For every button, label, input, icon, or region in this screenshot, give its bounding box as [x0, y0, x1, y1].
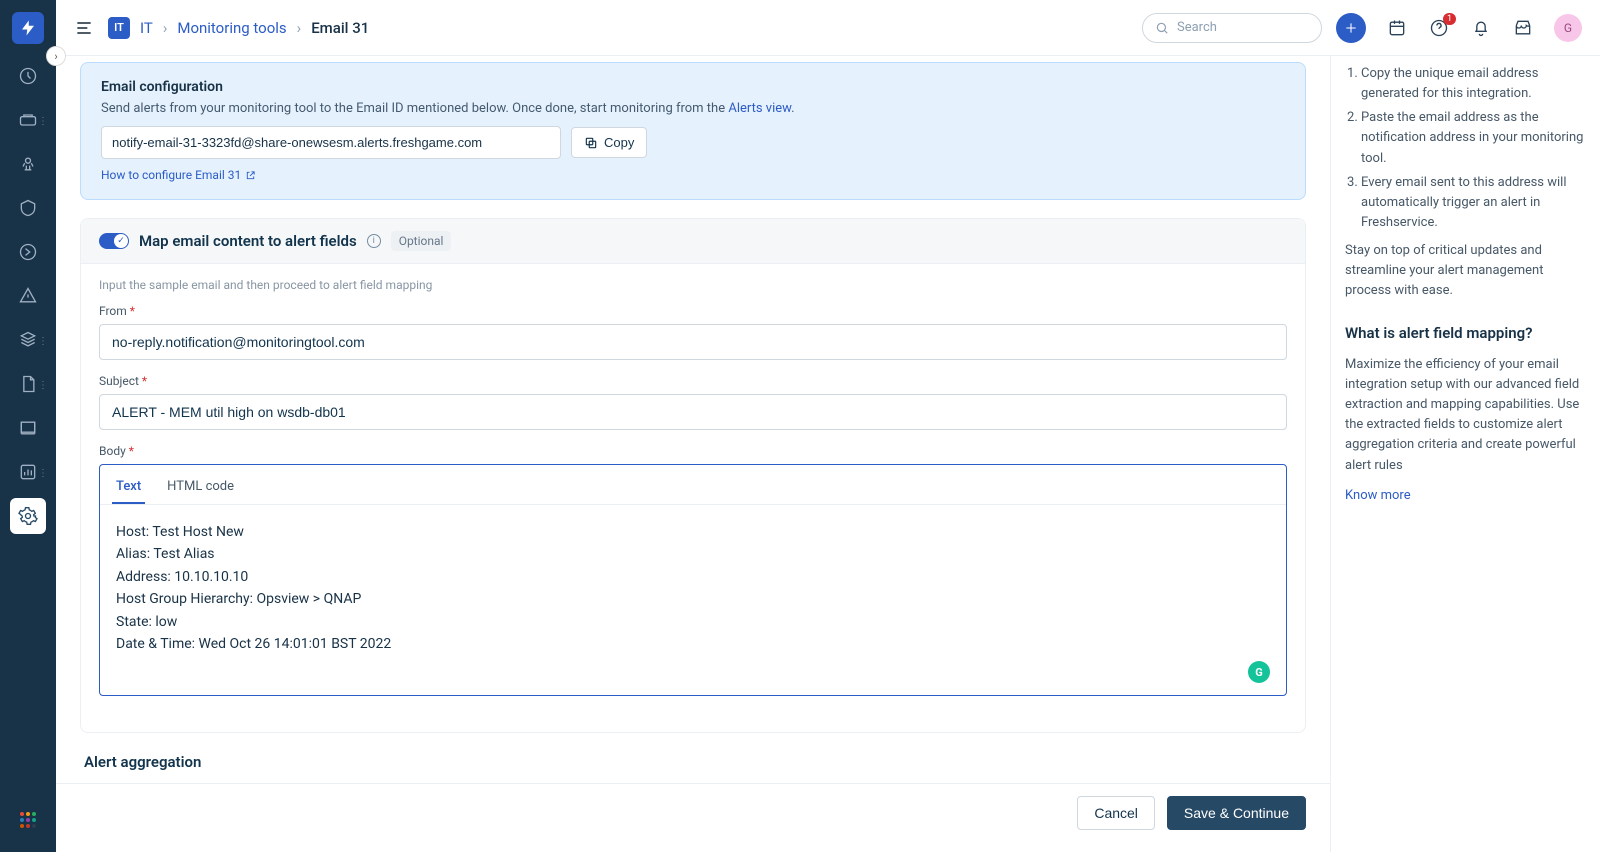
know-more-link[interactable]: Know more	[1345, 488, 1411, 503]
breadcrumb-current: Email 31	[311, 19, 369, 37]
footer-actions: Cancel Save & Continue	[56, 783, 1330, 842]
top-header: IT IT › Monitoring tools › Email 31 Sear…	[56, 0, 1600, 56]
save-continue-button[interactable]: Save & Continue	[1167, 796, 1306, 830]
breadcrumb-root[interactable]: IT	[140, 19, 153, 37]
workspace-badge[interactable]: IT	[108, 17, 130, 39]
sidebar-item-tickets[interactable]: ⋮	[10, 102, 46, 138]
copy-button[interactable]: Copy	[571, 127, 647, 158]
aggregation-section-title: Alert aggregation	[84, 753, 1306, 771]
breadcrumb: IT IT › Monitoring tools › Email 31	[108, 17, 369, 39]
body-editor: Text HTML code Host: Test Host New Alias…	[99, 464, 1287, 696]
chevron-right-icon: ›	[297, 19, 302, 37]
email-config-panel: Email configuration Send alerts from you…	[80, 62, 1306, 200]
help-step: Copy the unique email address generated …	[1361, 64, 1586, 104]
email-config-description: Send alerts from your monitoring tool to…	[101, 101, 1285, 116]
subject-input[interactable]	[99, 394, 1287, 430]
tab-html[interactable]: HTML code	[163, 471, 238, 504]
sidebar-item-changes[interactable]	[10, 190, 46, 226]
search-input[interactable]: Search	[1142, 13, 1322, 43]
mapping-help-text: Maximize the efficiency of your email in…	[1345, 355, 1586, 476]
subject-label: Subject *	[99, 374, 1287, 388]
sidebar-item-alerts[interactable]	[10, 278, 46, 314]
sidebar-item-reports[interactable]: ⋮	[10, 454, 46, 490]
notifications-icon[interactable]	[1470, 17, 1492, 39]
mapping-hint: Input the sample email and then proceed …	[99, 278, 1287, 292]
optional-chip: Optional	[391, 231, 452, 251]
from-label: From *	[99, 304, 1287, 318]
sidebar-item-dashboard[interactable]	[10, 58, 46, 94]
calendar-icon[interactable]	[1386, 17, 1408, 39]
mapping-section: Map email content to alert fields i Opti…	[80, 218, 1306, 733]
tab-text[interactable]: Text	[112, 471, 145, 504]
configure-link[interactable]: How to configure Email 31	[101, 168, 256, 182]
info-icon[interactable]: i	[367, 234, 381, 248]
help-stay-text: Stay on top of critical updates and stre…	[1345, 241, 1586, 301]
email-config-title: Email configuration	[101, 79, 1285, 95]
breadcrumb-level1[interactable]: Monitoring tools	[177, 19, 286, 37]
help-step: Paste the email address as the notificat…	[1361, 108, 1586, 168]
cancel-button[interactable]: Cancel	[1077, 796, 1155, 830]
left-sidebar: › ⋮ ⋮ ⋮ ⋮	[0, 0, 56, 852]
marketplace-icon[interactable]	[1512, 17, 1534, 39]
sidebar-item-settings[interactable]	[10, 498, 46, 534]
help-badge: 1	[1443, 13, 1456, 25]
alerts-view-link[interactable]: Alerts view	[728, 101, 791, 116]
sidebar-item-problems[interactable]	[10, 146, 46, 182]
help-icon[interactable]: 1	[1428, 17, 1450, 39]
chevron-right-icon: ›	[163, 19, 168, 37]
help-step: Every email sent to this address will au…	[1361, 173, 1586, 233]
mapping-help-title: What is alert field mapping?	[1345, 322, 1586, 345]
integration-email-input[interactable]	[101, 126, 561, 159]
new-button[interactable]	[1336, 13, 1366, 43]
body-textarea[interactable]: Host: Test Host New Alias: Test Alias Ad…	[100, 505, 1286, 695]
main-content: Email configuration Send alerts from you…	[56, 56, 1330, 852]
mapping-toggle[interactable]	[99, 233, 129, 249]
sidebar-item-assets[interactable]: ⋮	[10, 322, 46, 358]
app-logo[interactable]	[12, 12, 44, 44]
search-placeholder: Search	[1177, 20, 1217, 35]
from-input[interactable]	[99, 324, 1287, 360]
user-avatar[interactable]: G	[1554, 14, 1582, 42]
sidebar-item-solutions[interactable]	[10, 410, 46, 446]
sidebar-item-apps[interactable]	[10, 802, 46, 838]
sidebar-expand-button[interactable]: ›	[46, 46, 66, 66]
body-label: Body *	[99, 444, 1287, 458]
help-side-panel: Copy the unique email address generated …	[1330, 56, 1600, 852]
menu-toggle-icon[interactable]	[74, 18, 94, 38]
mapping-title: Map email content to alert fields	[139, 232, 357, 250]
sidebar-item-documents[interactable]: ⋮	[10, 366, 46, 402]
sidebar-item-releases[interactable]	[10, 234, 46, 270]
